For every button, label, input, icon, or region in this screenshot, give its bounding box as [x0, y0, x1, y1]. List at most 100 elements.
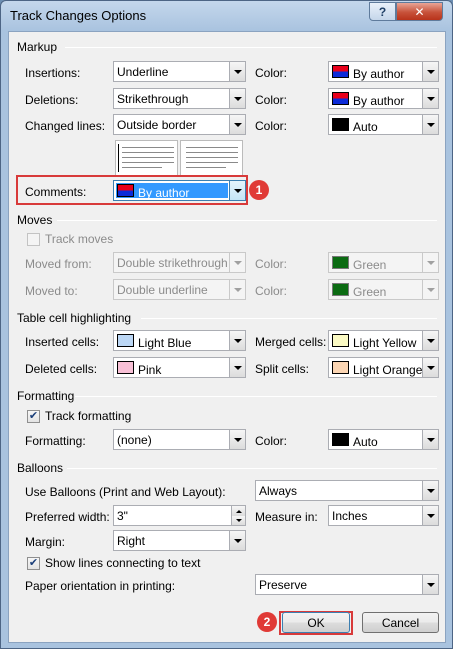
- deletions-label: Deletions:: [25, 93, 79, 107]
- deleted-cells-dropdown[interactable]: Pink: [113, 357, 246, 378]
- paper-orientation-label: Paper orientation in printing:: [25, 579, 176, 593]
- use-balloons-dropdown[interactable]: Always: [255, 480, 439, 501]
- moved-to-color-dropdown[interactable]: Green: [328, 279, 439, 300]
- by-author-swatch-icon: [117, 184, 134, 197]
- track-formatting-checkbox[interactable]: ✔: [27, 410, 40, 423]
- formatting-dropdown[interactable]: (none): [113, 429, 246, 450]
- chevron-down-icon: [229, 253, 245, 272]
- merged-cells-dropdown[interactable]: Light Yellow: [328, 330, 439, 351]
- section-balloons: Balloons: [17, 461, 64, 475]
- step-badge-1: 1: [249, 180, 269, 200]
- track-moves-checkbox[interactable]: [27, 233, 40, 246]
- title-bar[interactable]: Track Changes Options ? ✕: [1, 1, 452, 31]
- chevron-down-icon: [229, 89, 245, 108]
- comments-color-value: By author: [138, 186, 190, 200]
- moved-to-color-value: Green: [353, 285, 387, 299]
- separator: [65, 47, 437, 48]
- inserted-cells-value: Light Blue: [138, 336, 192, 350]
- light-blue-swatch-icon: [117, 334, 134, 347]
- split-cells-dropdown[interactable]: Light Orange: [328, 357, 439, 378]
- moved-from-color-dropdown[interactable]: Green: [328, 252, 439, 273]
- chevron-down-icon: [229, 115, 245, 134]
- insertions-color-value: By author: [353, 67, 405, 81]
- help-button[interactable]: ?: [369, 2, 396, 21]
- formatting-color-label: Color:: [255, 434, 288, 448]
- insertions-color-dropdown[interactable]: By author: [328, 61, 439, 82]
- chevron-down-icon: [422, 506, 438, 525]
- chevron-down-icon: [422, 115, 438, 134]
- by-author-swatch-icon: [332, 92, 349, 105]
- moved-from-dropdown[interactable]: Double strikethrough: [113, 252, 246, 273]
- separator: [75, 396, 437, 397]
- auto-swatch-icon: [332, 433, 349, 446]
- changed-lines-preview-right: [180, 140, 243, 176]
- separator: [57, 220, 437, 221]
- auto-swatch-icon: [332, 118, 349, 131]
- show-lines-label: Show lines connecting to text: [45, 556, 201, 570]
- deletions-value: Strikethrough: [117, 92, 189, 106]
- dialog-window: Track Changes Options ? ✕ Markup Inserti…: [0, 0, 453, 649]
- chevron-down-icon: [229, 430, 245, 449]
- comments-color-dropdown[interactable]: By author: [113, 180, 246, 201]
- chevron-down-icon: [229, 62, 245, 81]
- insertions-dropdown[interactable]: Underline: [113, 61, 246, 82]
- track-moves-label: Track moves: [45, 232, 114, 246]
- inserted-cells-dropdown[interactable]: Light Blue: [113, 330, 246, 351]
- chevron-down-icon: [422, 430, 438, 449]
- deletions-color-dropdown[interactable]: By author: [328, 88, 439, 109]
- section-formatting: Formatting: [17, 389, 75, 403]
- use-balloons-label: Use Balloons (Print and Web Layout):: [25, 485, 226, 499]
- changed-lines-preview-left: [115, 140, 178, 176]
- show-lines-checkbox[interactable]: ✔: [27, 557, 40, 570]
- by-author-swatch-icon: [332, 65, 349, 78]
- moved-to-color-label: Color:: [255, 284, 288, 298]
- light-yellow-swatch-icon: [332, 334, 349, 347]
- spin-down-icon[interactable]: [231, 516, 245, 525]
- chevron-down-icon: [422, 253, 438, 272]
- deleted-cells-value: Pink: [138, 363, 162, 377]
- comments-label: Comments:: [25, 185, 87, 199]
- separator: [67, 468, 437, 469]
- cancel-button[interactable]: Cancel: [362, 612, 439, 633]
- measure-in-dropdown[interactable]: Inches: [328, 505, 439, 526]
- measure-in-value: Inches: [332, 509, 368, 523]
- moved-to-label: Moved to:: [25, 284, 78, 298]
- moved-to-value: Double underline: [117, 283, 208, 297]
- separator: [141, 318, 437, 319]
- chevron-down-icon: [229, 531, 245, 550]
- preferred-width-spinner[interactable]: 3": [113, 505, 246, 526]
- ok-button[interactable]: OK: [282, 612, 350, 633]
- deleted-cells-label: Deleted cells:: [25, 362, 98, 376]
- moved-from-value: Double strikethrough: [117, 256, 228, 270]
- chevron-down-icon: [422, 331, 438, 350]
- deletions-dropdown[interactable]: Strikethrough: [113, 88, 246, 109]
- chevron-down-icon: [422, 280, 438, 299]
- window-title: Track Changes Options: [10, 8, 147, 23]
- step-badge-2: 2: [257, 612, 277, 632]
- changed-lines-value: Outside border: [117, 118, 197, 132]
- dialog-body: Markup Insertions: Underline Color: By a…: [8, 31, 446, 643]
- paper-orientation-value: Preserve: [259, 578, 308, 592]
- formatting-color-dropdown[interactable]: Auto: [328, 429, 439, 450]
- margin-dropdown[interactable]: Right: [113, 530, 246, 551]
- preferred-width-value: 3": [117, 509, 128, 523]
- section-markup: Markup: [17, 40, 58, 54]
- light-orange-swatch-icon: [332, 361, 349, 374]
- merged-cells-label: Merged cells:: [255, 335, 327, 349]
- moved-to-dropdown[interactable]: Double underline: [113, 279, 246, 300]
- inserted-cells-label: Inserted cells:: [25, 335, 100, 349]
- paper-orientation-dropdown[interactable]: Preserve: [255, 574, 439, 595]
- insertions-label: Insertions:: [25, 66, 81, 80]
- margin-label: Margin:: [25, 535, 66, 549]
- chevron-down-icon: [422, 358, 438, 377]
- changed-lines-color-dropdown[interactable]: Auto: [328, 114, 439, 135]
- section-table-cell-highlighting: Table cell highlighting: [17, 311, 132, 325]
- merged-cells-value: Light Yellow: [353, 336, 417, 350]
- chevron-down-icon: [422, 481, 438, 500]
- green-swatch-icon: [332, 283, 349, 296]
- close-button[interactable]: ✕: [396, 2, 443, 21]
- deletions-color-value: By author: [353, 94, 405, 108]
- changed-lines-dropdown[interactable]: Outside border: [113, 114, 246, 135]
- chevron-down-icon: [422, 89, 438, 108]
- spin-up-icon[interactable]: [231, 506, 245, 516]
